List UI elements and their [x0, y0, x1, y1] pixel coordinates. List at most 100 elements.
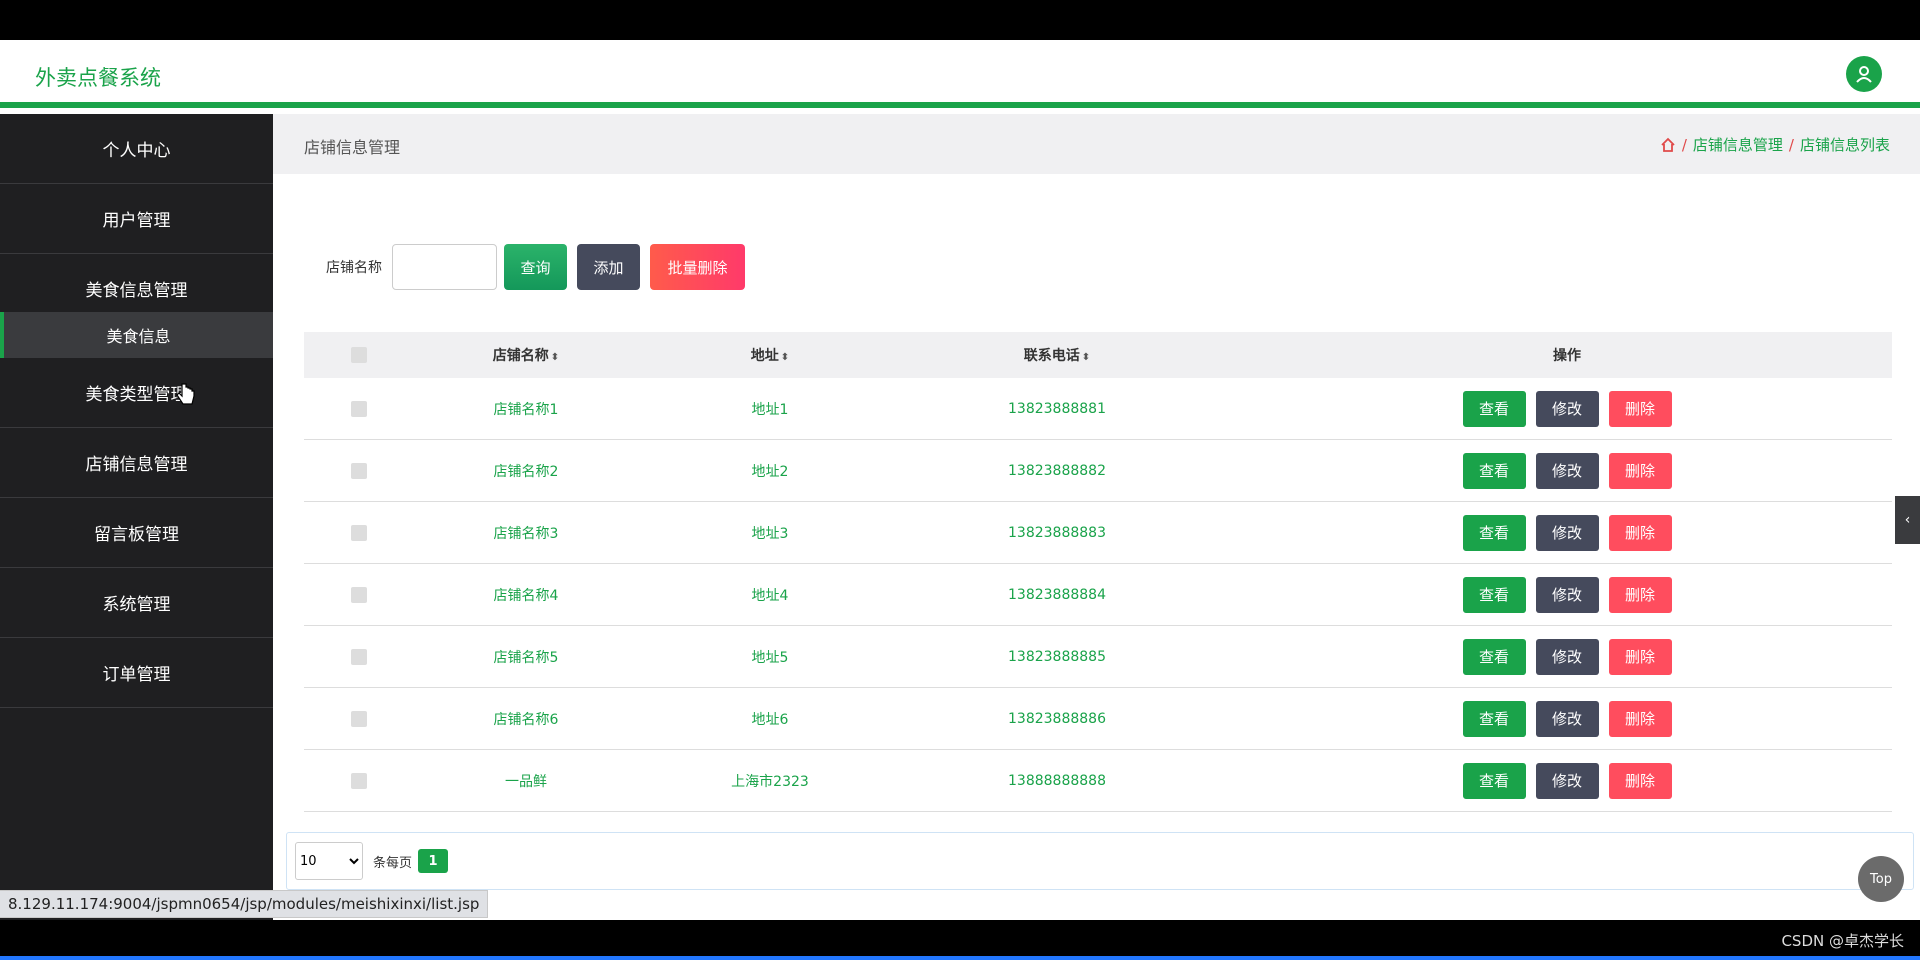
user-icon	[1856, 66, 1872, 83]
sort-icon: ⬍	[550, 352, 560, 363]
sidebar-subitem-food-info[interactable]: 美食信息	[0, 312, 273, 358]
column-header-address[interactable]: 地址 ⬍	[638, 345, 902, 365]
view-button[interactable]: 查看	[1462, 390, 1526, 427]
sidebar-item-label: 系统管理	[102, 595, 171, 615]
watermark: CSDN @卓杰学长	[1781, 932, 1904, 950]
row-checkbox[interactable]	[351, 710, 367, 727]
breadcrumb-item-shop-management[interactable]: 店铺信息管理	[1693, 134, 1783, 155]
sidebar-item-label: 美食类型管理	[85, 385, 188, 405]
cell-shop-name: 店铺名称2	[493, 463, 559, 480]
view-button[interactable]: 查看	[1462, 638, 1526, 675]
query-button[interactable]: 查询	[504, 244, 567, 290]
search-row: 店铺名称 查询 添加 批量删除	[326, 244, 755, 290]
delete-button[interactable]: 删除	[1608, 762, 1672, 799]
browser-viewport: 外卖点餐系统 个人中心 用户管理 美食信息管理 美食信息 美食类型管理 店铺信息…	[0, 40, 1920, 920]
sidebar-item-label: 用户管理	[102, 211, 171, 231]
cell-address: 上海市2323	[731, 773, 809, 790]
cell-address: 地址1	[751, 401, 789, 418]
sidebar-item-order-management[interactable]: 订单管理	[0, 638, 273, 708]
sidebar-item-label: 订单管理	[102, 665, 171, 685]
page-size-select[interactable]: 10	[295, 842, 363, 880]
table-row: 店铺名称2 地址2 13823888882 查看 修改 删除	[304, 440, 1892, 502]
delete-button[interactable]: 删除	[1608, 576, 1672, 613]
edit-button[interactable]: 修改	[1535, 576, 1599, 613]
view-button[interactable]: 查看	[1462, 700, 1526, 737]
cell-address: 地址2	[751, 463, 789, 480]
breadcrumb-separator: /	[1681, 135, 1687, 154]
sidebar-item-system-management[interactable]: 系统管理	[0, 568, 273, 638]
sidebar-item-label: 个人中心	[102, 141, 171, 161]
column-header-phone[interactable]: 联系电话 ⬍	[902, 345, 1212, 365]
column-header-name[interactable]: 店铺名称 ⬍	[414, 345, 638, 365]
cell-phone: 13823888883	[1008, 524, 1106, 541]
delete-button[interactable]: 删除	[1608, 514, 1672, 551]
select-all-checkbox[interactable]	[351, 347, 367, 363]
cell-shop-name: 店铺名称6	[493, 711, 559, 728]
view-button[interactable]: 查看	[1462, 762, 1526, 799]
page-title: 店铺信息管理	[304, 138, 401, 157]
column-label: 地址	[750, 348, 779, 364]
delete-button[interactable]: 删除	[1608, 452, 1672, 489]
edit-button[interactable]: 修改	[1535, 452, 1599, 489]
sidebar-item-user-management[interactable]: 用户管理	[0, 184, 273, 254]
delete-button[interactable]: 删除	[1608, 390, 1672, 427]
collapse-handle[interactable]: ‹	[1895, 496, 1920, 544]
table-header: 店铺名称 ⬍ 地址 ⬍ 联系电话 ⬍ 操作	[304, 332, 1892, 378]
sidebar: 个人中心 用户管理 美食信息管理 美食信息 美食类型管理 店铺信息管理 留言板管…	[0, 114, 273, 920]
breadcrumb: / 店铺信息管理 / 店铺信息列表	[1660, 134, 1890, 155]
view-button[interactable]: 查看	[1462, 576, 1526, 613]
top-bar: 外卖点餐系统	[0, 40, 1920, 108]
progress-line	[0, 956, 1920, 960]
sidebar-item-shop-management[interactable]: 店铺信息管理	[0, 428, 273, 498]
sidebar-item-label: 店铺信息管理	[85, 455, 188, 475]
cell-phone: 13823888882	[1008, 462, 1106, 479]
cell-phone: 13823888886	[1008, 710, 1106, 727]
edit-button[interactable]: 修改	[1535, 514, 1599, 551]
add-button[interactable]: 添加	[577, 244, 640, 290]
column-label: 操作	[1553, 348, 1581, 364]
batch-delete-button[interactable]: 批量删除	[650, 244, 745, 290]
row-checkbox[interactable]	[351, 648, 367, 665]
delete-button[interactable]: 删除	[1608, 638, 1672, 675]
sidebar-item-food-type-management[interactable]: 美食类型管理	[0, 358, 273, 428]
table-row: 店铺名称5 地址5 13823888885 查看 修改 删除	[304, 626, 1892, 688]
screen: 外卖点餐系统 个人中心 用户管理 美食信息管理 美食信息 美食类型管理 店铺信息…	[0, 0, 1920, 960]
user-avatar[interactable]	[1846, 56, 1882, 92]
home-icon[interactable]	[1660, 137, 1676, 153]
hand-cursor-icon	[176, 383, 195, 405]
view-button[interactable]: 查看	[1462, 452, 1526, 489]
page-number-button[interactable]: 1	[418, 849, 449, 873]
delete-button[interactable]: 删除	[1608, 700, 1672, 737]
table-row: 店铺名称1 地址1 13823888881 查看 修改 删除	[304, 378, 1892, 440]
sidebar-item-message-board[interactable]: 留言板管理	[0, 498, 273, 568]
table-row: 店铺名称4 地址4 13823888884 查看 修改 删除	[304, 564, 1892, 626]
breadcrumb-bar: 店铺信息管理 / 店铺信息管理 / 店铺信息列表	[273, 114, 1920, 174]
breadcrumb-item-shop-list: 店铺信息列表	[1799, 136, 1890, 154]
cell-shop-name: 店铺名称4	[493, 587, 559, 604]
back-to-top-button[interactable]: Top	[1858, 856, 1904, 902]
edit-button[interactable]: 修改	[1535, 638, 1599, 675]
shop-name-label: 店铺名称	[326, 260, 382, 276]
sidebar-item-personal-center[interactable]: 个人中心	[0, 114, 273, 184]
edit-button[interactable]: 修改	[1535, 700, 1599, 737]
cell-shop-name: 一品鲜	[505, 773, 547, 790]
sidebar-item-label: 留言板管理	[94, 525, 179, 545]
shop-name-input[interactable]	[392, 244, 497, 290]
table-row: 一品鲜 上海市2323 13888888888 查看 修改 删除	[304, 750, 1892, 812]
main-content: 店铺信息管理 / 店铺信息管理 / 店铺信息列表 店铺名称 查询 添加 批量删除	[273, 114, 1920, 920]
cell-phone: 13823888884	[1008, 586, 1106, 603]
cell-phone: 13823888885	[1008, 648, 1106, 665]
row-checkbox[interactable]	[351, 400, 367, 417]
row-checkbox[interactable]	[351, 772, 367, 789]
row-checkbox[interactable]	[351, 524, 367, 541]
sidebar-subitem-label: 美食信息	[106, 327, 171, 346]
cell-address: 地址4	[751, 587, 789, 604]
row-checkbox[interactable]	[351, 462, 367, 479]
edit-button[interactable]: 修改	[1535, 390, 1599, 427]
page-size-label: 条每页	[373, 855, 413, 871]
sort-icon: ⬍	[780, 352, 790, 363]
row-checkbox[interactable]	[351, 586, 367, 603]
view-button[interactable]: 查看	[1462, 514, 1526, 551]
cell-shop-name: 店铺名称1	[493, 401, 559, 418]
edit-button[interactable]: 修改	[1535, 762, 1599, 799]
